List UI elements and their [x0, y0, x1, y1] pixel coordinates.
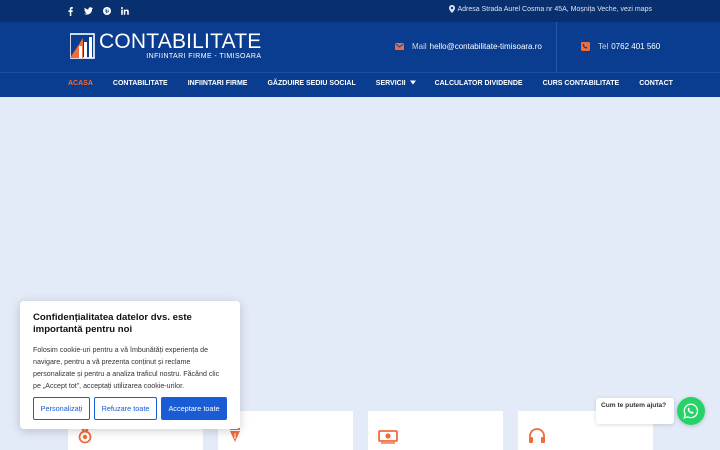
nav-item-contabilitate[interactable]: CONTABILITATE	[113, 80, 168, 87]
cookie-consent-dialog: Confidențialitatea datelor dvs. este imp…	[20, 301, 240, 429]
map-marker-icon	[449, 5, 456, 13]
whatsapp-icon	[683, 403, 699, 419]
logo-title: CONTABILITATE	[99, 30, 262, 53]
logo-subtitle: INFIINTARI FIRME - TIMISOARA	[146, 53, 262, 60]
envelope-icon	[395, 43, 404, 50]
mail-label: Mail	[412, 42, 427, 51]
cookie-title: Confidențialitatea datelor dvs. este imp…	[33, 312, 192, 335]
phone-icon	[581, 42, 590, 51]
cookie-buttons: Personalizați Refuzare toate Acceptare t…	[33, 397, 227, 420]
contact-mail[interactable]: Mail hello@contabilitate-timisoara.ro	[395, 42, 542, 51]
site-header: CONTABILITATE INFIINTARI FIRME - TIMISOA…	[0, 22, 720, 72]
pinterest-icon[interactable]	[102, 4, 111, 18]
social-links	[66, 4, 129, 18]
site-logo[interactable]: CONTABILITATE INFIINTARI FIRME - TIMISOA…	[70, 31, 261, 61]
whatsapp-button[interactable]	[677, 397, 705, 425]
address[interactable]: Adresa Strada Aurel Cosma nr 45A, Moșniț…	[449, 5, 652, 13]
nav-item-acasa[interactable]: ACASA	[68, 80, 93, 87]
medal-icon	[78, 427, 92, 444]
money-icon	[378, 430, 398, 444]
logo-chart-icon	[70, 33, 95, 59]
main-nav: ACASA CONTABILITATE INFIINTARI FIRME GĂZ…	[0, 72, 720, 97]
nav-list: ACASA CONTABILITATE INFIINTARI FIRME GĂZ…	[68, 80, 673, 87]
cookie-text: Folosim cookie-uri pentru a vă îmbunătăț…	[33, 346, 220, 390]
tel-value[interactable]: 0762 401 560	[611, 42, 660, 51]
linkedin-icon[interactable]	[120, 4, 129, 18]
top-bar: Adresa Strada Aurel Cosma nr 45A, Moșniț…	[0, 0, 720, 22]
caret-down-icon	[409, 80, 416, 85]
contact-tel[interactable]: Tel 0762 401 560	[581, 42, 660, 51]
tel-label: Tel	[598, 42, 609, 51]
nav-item-servicii[interactable]: SERVICII	[376, 80, 416, 87]
whatsapp-bubble[interactable]: Cum te putem ajuta?	[596, 398, 674, 424]
accept-all-button[interactable]: Acceptare toate	[161, 397, 227, 420]
reject-all-button[interactable]: Refuzare toate	[94, 397, 157, 420]
feature-card	[368, 411, 503, 450]
nav-item-infiintari-firme[interactable]: INFIINTARI FIRME	[188, 80, 248, 87]
nav-item-calculator-dividende[interactable]: CALCULATOR DIVIDENDE	[435, 80, 523, 87]
nav-item-contact[interactable]: CONTACT	[639, 80, 673, 87]
pen-nib-icon	[230, 428, 240, 442]
nav-item-gazduire-sediu-social[interactable]: GĂZDUIRE SEDIU SOCIAL	[267, 80, 355, 87]
header-divider	[556, 22, 557, 72]
address-text: Adresa Strada Aurel Cosma nr 45A, Moșniț…	[457, 5, 652, 13]
customize-button[interactable]: Personalizați	[33, 397, 90, 420]
facebook-icon[interactable]	[66, 4, 75, 18]
nav-item-curs-contabilitate[interactable]: CURS CONTABILITATE	[543, 80, 620, 87]
mail-value[interactable]: hello@contabilitate-timisoara.ro	[430, 42, 542, 51]
headset-icon	[529, 428, 545, 443]
twitter-icon[interactable]	[84, 4, 93, 18]
